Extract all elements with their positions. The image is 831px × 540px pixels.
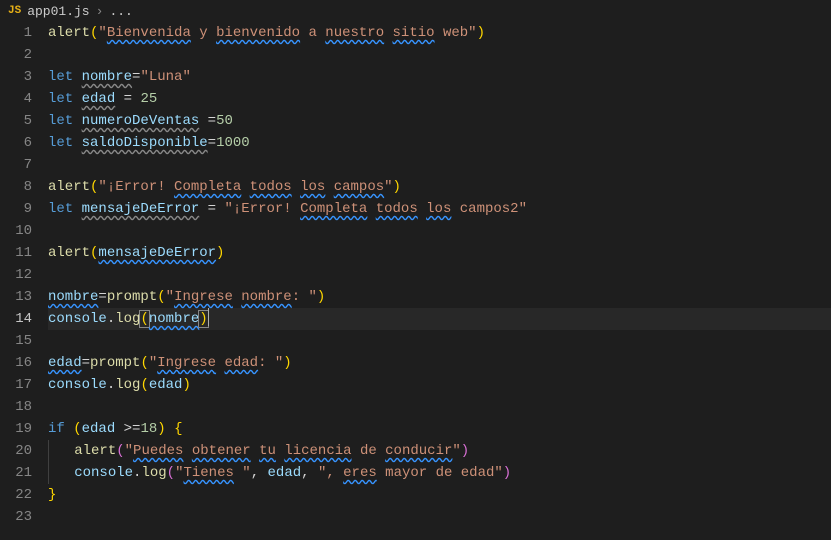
code-line[interactable]: console.log("Tienes ", edad, ", eres may… <box>48 462 831 484</box>
line-number: 13 <box>0 286 32 308</box>
code-line[interactable]: let numeroDeVentas =50 <box>48 110 831 132</box>
code-line[interactable]: } <box>48 484 831 506</box>
code-line[interactable] <box>48 506 831 528</box>
code-line[interactable] <box>48 396 831 418</box>
line-number: 20 <box>0 440 32 462</box>
code-line[interactable] <box>48 264 831 286</box>
code-line[interactable]: let nombre="Luna" <box>48 66 831 88</box>
line-number: 17 <box>0 374 32 396</box>
code-line[interactable]: let saldoDisponible=1000 <box>48 132 831 154</box>
line-number: 15 <box>0 330 32 352</box>
code-line[interactable] <box>48 220 831 242</box>
line-number: 14 <box>0 308 32 330</box>
line-number: 6 <box>0 132 32 154</box>
line-number-gutter: 1234567891011121314151617181920212223 <box>0 22 48 540</box>
line-number: 22 <box>0 484 32 506</box>
code-area[interactable]: alert("Bienvenida y bienvenido a nuestro… <box>48 22 831 540</box>
line-number: 18 <box>0 396 32 418</box>
tab-filename[interactable]: app01.js <box>27 4 89 19</box>
line-number: 10 <box>0 220 32 242</box>
code-line[interactable]: let mensajeDeError = "¡Error! Completa t… <box>48 198 831 220</box>
js-file-icon: JS <box>8 5 21 17</box>
text-cursor <box>208 308 209 326</box>
breadcrumb-more[interactable]: ... <box>109 4 132 19</box>
code-line[interactable]: let edad = 25 <box>48 88 831 110</box>
code-line[interactable]: nombre=prompt("Ingrese nombre: ") <box>48 286 831 308</box>
code-line[interactable]: console.log(edad) <box>48 374 831 396</box>
line-number: 7 <box>0 154 32 176</box>
line-number: 1 <box>0 22 32 44</box>
line-number: 9 <box>0 198 32 220</box>
line-number: 5 <box>0 110 32 132</box>
code-line-active[interactable]: console.log(nombre) <box>48 308 831 330</box>
code-editor[interactable]: 1234567891011121314151617181920212223 al… <box>0 22 831 540</box>
code-line[interactable]: edad=prompt("Ingrese edad: ") <box>48 352 831 374</box>
line-number: 19 <box>0 418 32 440</box>
code-line[interactable]: if (edad >=18) { <box>48 418 831 440</box>
line-number: 23 <box>0 506 32 528</box>
code-line[interactable]: alert("Bienvenida y bienvenido a nuestro… <box>48 22 831 44</box>
code-line[interactable]: alert("Puedes obtener tu licencia de con… <box>48 440 831 462</box>
code-line[interactable]: alert("¡Error! Completa todos los campos… <box>48 176 831 198</box>
code-line[interactable] <box>48 330 831 352</box>
line-number: 11 <box>0 242 32 264</box>
line-number: 3 <box>0 66 32 88</box>
chevron-right-icon: › <box>96 4 104 19</box>
code-line[interactable]: alert(mensajeDeError) <box>48 242 831 264</box>
line-number: 2 <box>0 44 32 66</box>
code-line[interactable] <box>48 44 831 66</box>
code-line[interactable] <box>48 154 831 176</box>
breadcrumb-bar[interactable]: JS app01.js › ... <box>0 0 831 22</box>
line-number: 12 <box>0 264 32 286</box>
line-number: 21 <box>0 462 32 484</box>
line-number: 4 <box>0 88 32 110</box>
line-number: 16 <box>0 352 32 374</box>
line-number: 8 <box>0 176 32 198</box>
